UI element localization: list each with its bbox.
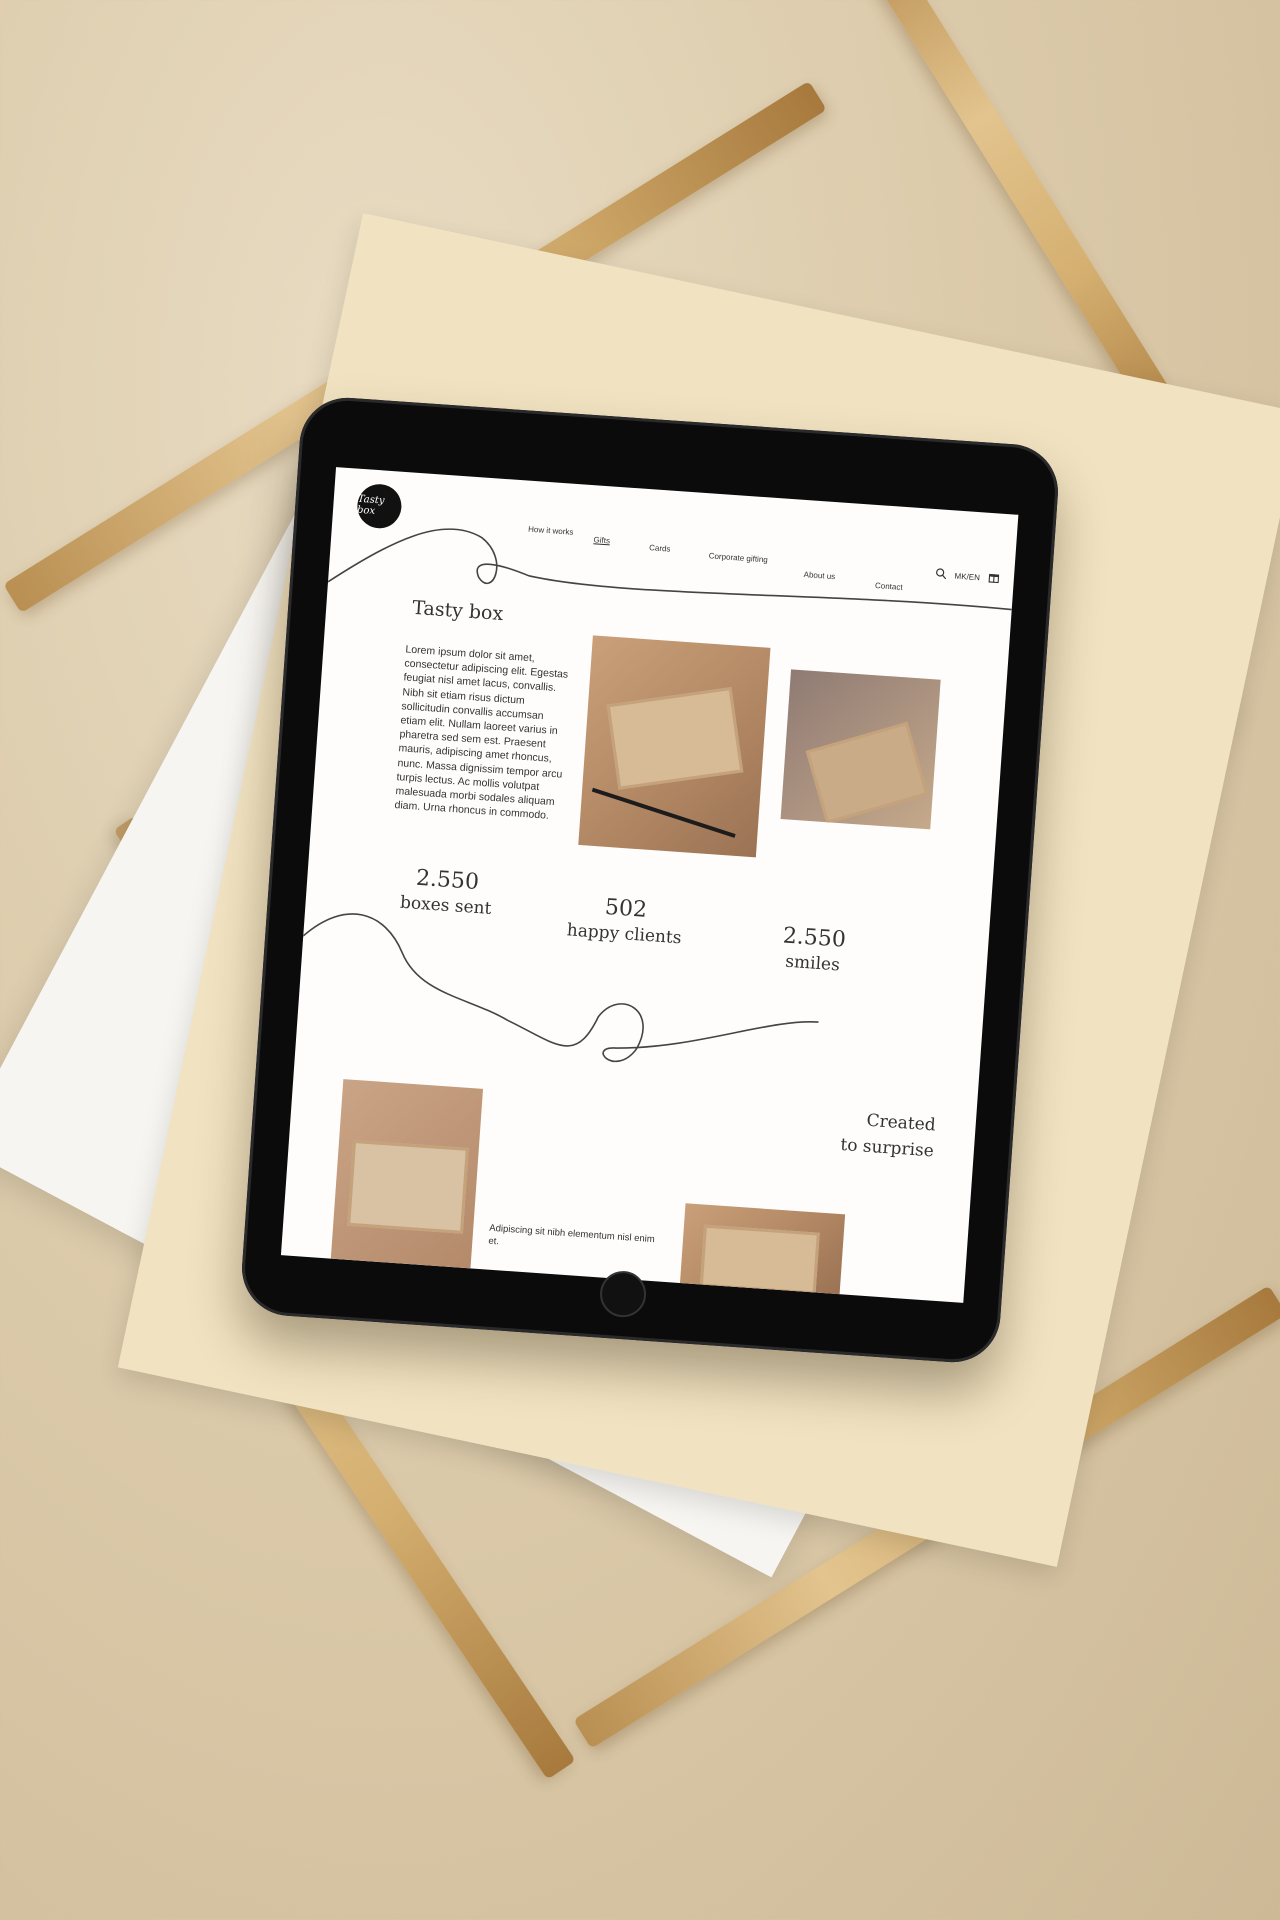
- gift-box-photo-4: [679, 1203, 846, 1295]
- gift-box: [699, 1224, 820, 1295]
- gift-icon[interactable]: [987, 571, 1000, 586]
- hero-paragraph: Lorem ipsum dolor sit amet, consectetur …: [394, 643, 569, 823]
- tablet-screen: Tasty box How it works Gifts Cards Corpo…: [280, 467, 1019, 1303]
- gift-box-photo-3: [330, 1079, 484, 1269]
- nav-cards[interactable]: Cards: [649, 543, 671, 553]
- background-scene: Tasty box How it works Gifts Cards Corpo…: [0, 0, 1280, 1920]
- created-heading: Created to surprise: [840, 1106, 937, 1164]
- language-switch[interactable]: MK/EN: [954, 571, 980, 582]
- gift-box-photo: [578, 635, 771, 858]
- search-icon[interactable]: [934, 567, 947, 582]
- gift-box: [805, 721, 929, 825]
- ribbon: [591, 787, 736, 838]
- gift-box-photo-2: [780, 669, 941, 830]
- gift-box: [606, 687, 744, 790]
- tablet-device: Tasty box How it works Gifts Cards Corpo…: [238, 394, 1062, 1366]
- nav-gifts[interactable]: Gifts: [593, 535, 610, 545]
- gift-box: [347, 1139, 469, 1234]
- nav-contact[interactable]: Contact: [875, 581, 903, 592]
